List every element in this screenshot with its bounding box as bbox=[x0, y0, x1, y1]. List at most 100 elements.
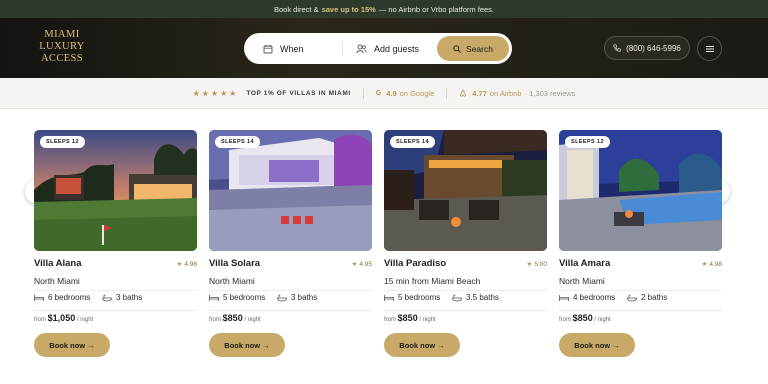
logo-line-3: ACCESS bbox=[40, 53, 84, 64]
bath-icon bbox=[277, 294, 287, 301]
site-header: MIAMI LUXURY ACCESS When Add guests Sear… bbox=[0, 18, 768, 78]
card-divider bbox=[559, 290, 722, 291]
logo-line-2: LUXURY bbox=[39, 41, 85, 52]
card-divider bbox=[34, 310, 197, 311]
price-amount: $1,050 bbox=[47, 313, 76, 323]
price-prefix: from bbox=[34, 317, 46, 323]
phone-button[interactable]: (800) 646-5996 bbox=[604, 36, 690, 60]
villa-price: from $850 / night bbox=[209, 313, 261, 323]
villa-rating-value: 4.96 bbox=[184, 261, 197, 268]
villa-name[interactable]: Villa Alana bbox=[34, 258, 82, 269]
logo-line-1: MIAMI bbox=[44, 29, 80, 40]
villa-rating-value: 5.00 bbox=[534, 261, 547, 268]
bedrooms-label: 4 bedrooms bbox=[573, 293, 616, 302]
when-field[interactable]: When bbox=[263, 33, 304, 64]
baths-label: 3 baths bbox=[116, 293, 143, 302]
villa-location: North Miami bbox=[209, 276, 255, 286]
card-divider bbox=[384, 290, 547, 291]
villa-price: from $850 / night bbox=[559, 313, 611, 323]
villa-photo[interactable]: SLEEPS 14 bbox=[384, 130, 547, 251]
villa-price: from $850 / night bbox=[384, 313, 436, 323]
villa-rating: ★ 4.96 bbox=[177, 260, 197, 268]
airbnb-label: on Airbnb bbox=[489, 88, 522, 98]
guests-label: Add guests bbox=[374, 43, 420, 54]
price-suffix: / night bbox=[244, 317, 261, 323]
when-label: When bbox=[280, 43, 304, 54]
book-now-button[interactable]: Book now → bbox=[209, 333, 285, 357]
airbnb-rating: 4.77 bbox=[472, 88, 487, 98]
google-label: on Google bbox=[399, 88, 435, 98]
villa-name[interactable]: Villa Paradiso bbox=[384, 258, 446, 269]
villa-baths: 2 baths bbox=[627, 293, 667, 302]
star-icon: ★ bbox=[701, 261, 708, 268]
villa-photo[interactable]: SLEEPS 12 bbox=[559, 130, 722, 251]
sleeps-badge: SLEEPS 12 bbox=[565, 136, 610, 148]
villa-bedrooms: 5 bedrooms bbox=[384, 293, 440, 302]
price-prefix: from bbox=[209, 317, 221, 323]
villa-price: from $1,050 / night bbox=[34, 313, 93, 323]
book-now-button[interactable]: Book now → bbox=[559, 333, 635, 357]
book-now-button[interactable]: Book now → bbox=[34, 333, 110, 357]
promo-bar: Book direct & save up to 15% — no Airbnb… bbox=[0, 0, 768, 18]
villa-rating: ★ 5.00 bbox=[527, 260, 547, 268]
guests-field[interactable]: Add guests bbox=[356, 33, 419, 64]
trust-bar: ★★★★★ TOP 1% OF VILLAS IN MIAMI G 4.9 on… bbox=[0, 78, 768, 109]
google-icon: G bbox=[375, 89, 382, 97]
bed-icon bbox=[384, 294, 394, 301]
star-icon: ★ bbox=[176, 261, 183, 268]
card-divider bbox=[384, 310, 547, 311]
villa-name[interactable]: Villa Amara bbox=[559, 258, 610, 269]
google-rating: 4.9 bbox=[386, 88, 397, 98]
price-suffix: / night bbox=[419, 317, 436, 323]
star-icon: ★ bbox=[351, 261, 358, 268]
price-suffix: / night bbox=[594, 317, 611, 323]
card-divider bbox=[34, 290, 197, 291]
price-amount: $850 bbox=[572, 313, 593, 323]
price-amount: $850 bbox=[397, 313, 418, 323]
villa-location: North Miami bbox=[34, 276, 80, 286]
airbnb-icon bbox=[460, 89, 467, 97]
star-icon: ★ bbox=[526, 261, 533, 268]
top-villas-label: TOP 1% OF VILLAS IN MIAMI bbox=[246, 89, 351, 97]
sleeps-badge: SLEEPS 12 bbox=[40, 136, 85, 148]
villa-photo-image bbox=[209, 130, 372, 251]
villa-rating: ★ 4.95 bbox=[352, 260, 372, 268]
sleeps-badge: SLEEPS 14 bbox=[215, 136, 260, 148]
bed-icon bbox=[34, 294, 44, 301]
menu-button[interactable] bbox=[697, 36, 722, 61]
card-divider bbox=[209, 310, 372, 311]
menu-icon bbox=[705, 45, 714, 52]
villa-rating: ★ 4.98 bbox=[702, 260, 722, 268]
search-button-label: Search bbox=[466, 43, 493, 54]
villa-baths: 3.5 baths bbox=[452, 293, 499, 302]
villa-bedrooms: 4 bedrooms bbox=[559, 293, 615, 302]
search-button[interactable]: Search bbox=[437, 36, 509, 61]
villa-rating-value: 4.95 bbox=[359, 261, 372, 268]
trust-divider bbox=[446, 87, 448, 99]
users-icon bbox=[356, 44, 367, 53]
villa-name[interactable]: Villa Solara bbox=[209, 258, 260, 269]
price-prefix: from bbox=[559, 317, 571, 323]
search-bar: When Add guests Search bbox=[244, 33, 512, 64]
airbnb-reviews: · 1,303 reviews bbox=[524, 88, 576, 98]
calendar-icon bbox=[263, 44, 273, 53]
villa-photo[interactable]: SLEEPS 14 bbox=[209, 130, 372, 251]
rating-stars: ★★★★★ bbox=[192, 88, 239, 98]
baths-label: 3 baths bbox=[291, 293, 318, 302]
phone-icon bbox=[613, 44, 621, 52]
sleeps-badge: SLEEPS 14 bbox=[390, 136, 435, 148]
villa-rating-value: 4.98 bbox=[709, 261, 722, 268]
bath-icon bbox=[627, 294, 637, 301]
villa-bedrooms: 6 bedrooms bbox=[34, 293, 90, 302]
bath-icon bbox=[102, 294, 112, 301]
bedrooms-label: 5 bedrooms bbox=[398, 293, 441, 302]
villa-photo-image bbox=[34, 130, 197, 251]
price-suffix: / night bbox=[76, 317, 94, 323]
villa-photo-image bbox=[384, 130, 547, 251]
promo-highlight: save up to 15% bbox=[321, 4, 376, 14]
book-now-button[interactable]: Book now → bbox=[384, 333, 460, 357]
price-amount: $850 bbox=[222, 313, 243, 323]
bath-icon bbox=[452, 294, 462, 301]
brand-logo[interactable]: MIAMI LUXURY ACCESS bbox=[32, 29, 92, 65]
villa-photo[interactable]: SLEEPS 12 bbox=[34, 130, 197, 251]
